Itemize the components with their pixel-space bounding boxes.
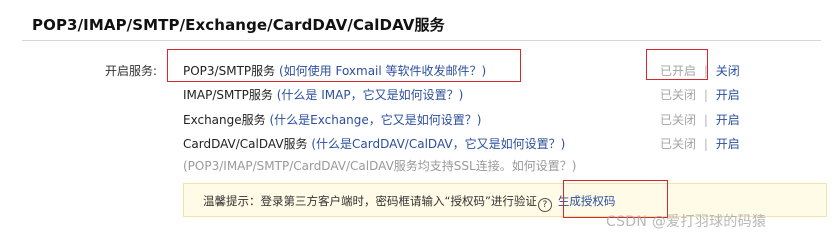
service-name: IMAP/SMTP服务 xyxy=(183,88,273,102)
status-separator: | xyxy=(703,137,708,151)
mail-settings-panel: POP3/IMAP/SMTP/Exchange/CardDAV/CalDAV服务… xyxy=(0,0,833,241)
toggle-link-open[interactable]: 开启 xyxy=(716,113,740,127)
service-help-link[interactable]: (如何使用 Foxmail 等软件收发邮件？) xyxy=(279,64,486,78)
service-name: CardDAV/CalDAV服务 xyxy=(183,137,308,151)
generate-auth-code-link[interactable]: 生成授权码 xyxy=(558,194,616,208)
status-text: 已开启 xyxy=(660,64,697,78)
service-row-pop3: POP3/SMTP服务 (如何使用 Foxmail 等软件收发邮件？) xyxy=(183,62,486,79)
service-help-link[interactable]: (什么是CardDAV/CalDAV，它又是如何设置？) xyxy=(311,137,565,151)
help-icon[interactable]: ? xyxy=(537,198,552,212)
section-title: POP3/IMAP/SMTP/Exchange/CardDAV/CalDAV服务 xyxy=(32,16,445,34)
status-separator: | xyxy=(703,113,708,127)
service-row-carddav: CardDAV/CalDAV服务 (什么是CardDAV/CalDAV，它又是如… xyxy=(183,135,565,152)
toggle-link-open[interactable]: 开启 xyxy=(716,137,740,151)
service-help-link[interactable]: (什么是Exchange，它又是如何设置？) xyxy=(269,113,481,127)
service-row-exchange: Exchange服务 (什么是Exchange，它又是如何设置？) xyxy=(183,111,481,128)
status-text: 已关闭 xyxy=(660,137,697,151)
service-help-link[interactable]: (什么是 IMAP，它又是如何设置？) xyxy=(277,88,464,102)
tip-content: 温馨提示：登录第三方客户端时，密码框请输入“授权码”进行验证? 生成授权码 xyxy=(203,193,615,212)
ssl-note-text: (POP3/IMAP/SMTP/CardDAV/CalDAV服务均支持SSL连接… xyxy=(183,159,512,173)
ssl-help-link[interactable]: 如何设置？) xyxy=(512,159,577,173)
status-text: 已关闭 xyxy=(660,88,697,102)
ssl-note: (POP3/IMAP/SMTP/CardDAV/CalDAV服务均支持SSL连接… xyxy=(183,157,576,174)
service-status-exchange: 已关闭 | 开启 xyxy=(660,111,740,128)
watermark: CSDN @爱打羽球的码猿 xyxy=(606,214,767,230)
services-label: 开启服务: xyxy=(105,64,158,78)
status-separator: | xyxy=(703,88,708,102)
service-status-imap: 已关闭 | 开启 xyxy=(660,86,740,103)
service-status-pop3: 已开启 | 关闭 xyxy=(660,62,740,79)
toggle-link-close[interactable]: 关闭 xyxy=(716,64,740,78)
status-text: 已关闭 xyxy=(660,113,697,127)
tip-text: 温馨提示：登录第三方客户端时，密码框请输入“授权码”进行验证 xyxy=(203,194,537,208)
title-divider xyxy=(22,40,821,41)
status-separator: | xyxy=(703,64,708,78)
service-name: POP3/SMTP服务 xyxy=(183,64,276,78)
service-name: Exchange服务 xyxy=(183,113,266,127)
toggle-link-open[interactable]: 开启 xyxy=(716,88,740,102)
service-row-imap: IMAP/SMTP服务 (什么是 IMAP，它又是如何设置？) xyxy=(183,86,463,103)
service-status-carddav: 已关闭 | 开启 xyxy=(660,135,740,152)
